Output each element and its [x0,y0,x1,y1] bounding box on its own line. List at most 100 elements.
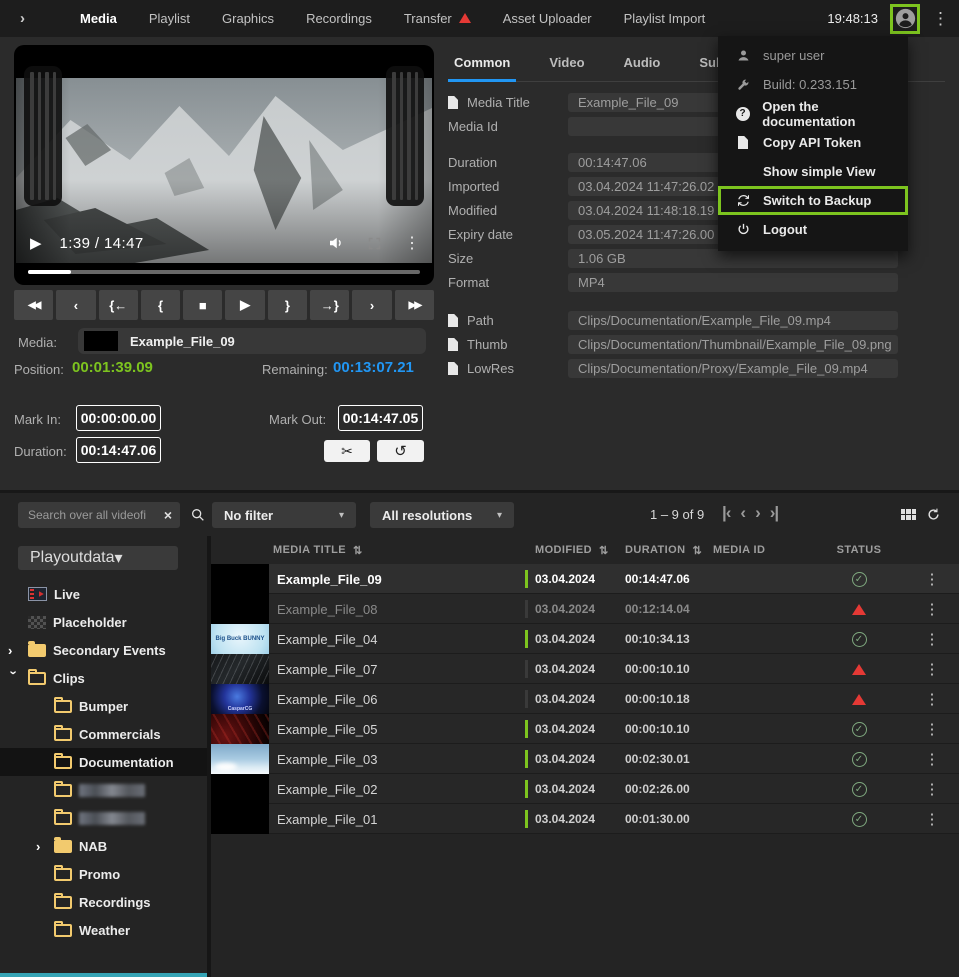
set-mark-out-button[interactable]: } [268,290,307,320]
fast-forward-button[interactable]: ▶▶ [395,290,434,320]
tree-item-clips[interactable]: › Clips [0,664,207,692]
table-row[interactable]: Example_File_05 03.04.2024 00:00:10.10 ✓… [211,714,959,744]
step-back-button[interactable]: ‹ [56,290,95,320]
format-value[interactable]: MP4 [568,273,898,292]
tree-item-redacted-1[interactable] [0,776,207,804]
resolutions-dropdown[interactable]: All resolutions ▾ [370,502,514,528]
horizontal-scrollbar[interactable] [0,973,207,977]
column-duration[interactable]: DURATION [625,544,685,556]
size-value[interactable]: 1.06 GB [568,249,898,268]
nav-graphics[interactable]: Graphics [206,0,290,37]
play-button[interactable]: ▶ [225,290,264,320]
mark-in-input[interactable]: 00:00:00.00 [76,405,161,431]
table-row[interactable]: Example_File_08 03.04.2024 00:12:14.04 ⋮ [211,594,959,624]
row-menu-icon[interactable]: ⋮ [905,750,959,768]
previous-page-icon[interactable]: ‹ [740,503,745,523]
row-menu-icon[interactable]: ⋮ [905,600,959,618]
row-menu-icon[interactable]: ⋮ [905,780,959,798]
row-menu-icon[interactable]: ⋮ [905,690,959,708]
set-mark-in-button[interactable]: { [141,290,180,320]
filter-dropdown[interactable]: No filter ▾ [212,502,356,528]
menu-item-copy-api-token[interactable]: Copy API Token [718,128,908,157]
fast-rewind-button[interactable]: ◀◀ [14,290,53,320]
nav-playlist[interactable]: Playlist [133,0,206,37]
loaded-media-field[interactable]: Example_File_09 [78,328,426,354]
menu-item-logout[interactable]: Logout [718,215,908,244]
nav-media[interactable]: Media [64,0,133,37]
collapse-chevron-icon[interactable]: › [20,10,38,27]
thumb-value[interactable]: Clips/Documentation/Thumbnail/Example_Fi… [568,335,898,354]
chevron-down-icon[interactable]: › [7,670,22,690]
duration-input[interactable]: 00:14:47.06 [76,437,161,463]
tree-item-bumper[interactable]: Bumper [0,692,207,720]
menu-item-switch-to-backup[interactable]: Switch to Backup [718,186,908,215]
reset-marks-button[interactable]: ↺ [377,440,424,462]
column-media-title[interactable]: MEDIA TITLE [273,544,346,556]
tree-item-redacted-2[interactable] [0,804,207,832]
nav-transfer[interactable]: Transfer [388,0,487,37]
row-menu-icon[interactable]: ⋮ [905,660,959,678]
play-icon[interactable]: ▶ [30,234,42,252]
refresh-icon[interactable] [926,507,941,522]
goto-mark-in-button[interactable]: {← [99,290,138,320]
row-menu-icon[interactable]: ⋮ [905,570,959,588]
tree-item-live[interactable]: Live [0,580,207,608]
chevron-right-icon[interactable]: › [8,643,28,658]
row-menu-icon[interactable]: ⋮ [905,810,959,828]
menu-item-documentation[interactable]: Open the documentation [718,99,908,128]
tab-video[interactable]: Video [543,55,590,82]
row-menu-icon[interactable]: ⋮ [905,630,959,648]
tree-item-secondary-events[interactable]: › Secondary Events [0,636,207,664]
column-modified[interactable]: MODIFIED [535,544,592,556]
tab-common[interactable]: Common [448,55,516,82]
table-row[interactable]: Example_File_09 03.04.2024 00:14:47.06 ✓… [211,564,959,594]
step-forward-button[interactable]: › [352,290,391,320]
tree-item-promo[interactable]: Promo [0,860,207,888]
sort-icon[interactable]: ⇅ [692,544,702,557]
sort-icon[interactable]: ⇅ [353,544,363,557]
user-menu-button[interactable] [890,4,920,34]
first-page-icon[interactable]: |‹ [722,503,730,523]
last-page-icon[interactable]: ›| [770,503,778,523]
chevron-right-icon[interactable]: › [36,839,54,854]
stop-button[interactable]: ■ [183,290,222,320]
tree-item-placeholder[interactable]: Placeholder [0,608,207,636]
search-input[interactable]: Search over all videofi × [18,502,180,528]
player-controls: ▶ 1:39 / 14:47 ⋮ [30,231,420,255]
tree-root-dropdown[interactable]: Playoutdata ▾ [18,546,178,570]
tree-item-commercials[interactable]: Commercials [0,720,207,748]
overflow-menu-icon[interactable]: ⋮ [932,9,949,29]
path-value[interactable]: Clips/Documentation/Example_File_09.mp4 [568,311,898,330]
lowres-value[interactable]: Clips/Documentation/Proxy/Example_File_0… [568,359,898,378]
nav-playlist-import[interactable]: Playlist Import [608,0,722,37]
table-row[interactable]: CasparCG Example_File_06 03.04.2024 00:0… [211,684,959,714]
table-row[interactable]: Example_File_01 03.04.2024 00:01:30.00 ✓… [211,804,959,834]
player-menu-icon[interactable]: ⋮ [404,233,420,253]
tree-item-weather[interactable]: Weather [0,916,207,944]
table-row[interactable]: Example_File_07 03.04.2024 00:00:10.10 ⋮ [211,654,959,684]
player-progress-bar[interactable] [28,270,420,274]
mark-out-input[interactable]: 00:14:47.05 [338,405,423,431]
table-row[interactable]: Example_File_02 03.04.2024 00:02:26.00 ✓… [211,774,959,804]
tab-audio[interactable]: Audio [618,55,667,82]
table-row[interactable]: Example_File_03 03.04.2024 00:02:30.01 ✓… [211,744,959,774]
trim-scissors-button[interactable]: ✂ [324,440,370,462]
goto-mark-out-button[interactable]: →} [310,290,349,320]
tree-item-recordings[interactable]: Recordings [0,888,207,916]
search-icon[interactable] [190,507,206,523]
clear-search-icon[interactable]: × [164,507,172,523]
table-row[interactable]: Big Buck BUNNY Example_File_04 03.04.202… [211,624,959,654]
volume-icon[interactable] [327,234,345,252]
tree-item-nab[interactable]: › NAB [0,832,207,860]
sort-icon[interactable]: ⇅ [599,544,609,557]
nav-asset-uploader[interactable]: Asset Uploader [487,0,608,37]
next-page-icon[interactable]: › [755,503,760,523]
fullscreen-icon[interactable] [367,236,382,251]
row-menu-icon[interactable]: ⋮ [905,720,959,738]
grid-view-icon[interactable] [901,509,916,520]
ready-indicator [525,630,528,648]
nav-recordings[interactable]: Recordings [290,0,388,37]
menu-item-show-simple-view[interactable]: Show simple View [718,157,908,186]
video-player[interactable]: ▶ 1:39 / 14:47 ⋮ [14,45,434,285]
tree-item-documentation[interactable]: Documentation [0,748,207,776]
